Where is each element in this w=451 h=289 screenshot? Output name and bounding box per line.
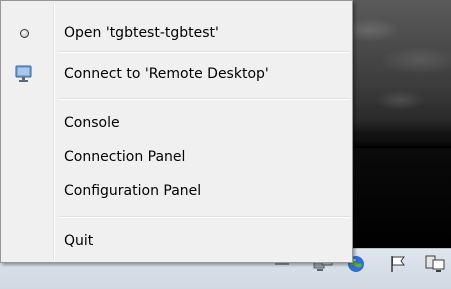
menu-separator <box>59 51 350 53</box>
menu-item-configuration-panel-label: Configuration Panel <box>64 183 202 199</box>
menu-item-open[interactable]: Open 'tgbtest-tgbtest' <box>3 18 350 48</box>
desktop-wallpaper <box>340 0 451 248</box>
computer-icon[interactable] <box>424 254 445 274</box>
flag-icon[interactable] <box>388 254 408 274</box>
menu-item-connect-remote-desktop[interactable]: Connect to 'Remote Desktop' <box>3 59 350 89</box>
radio-bullet-icon <box>13 23 35 43</box>
menu-item-open-label: Open 'tgbtest-tgbtest' <box>64 25 219 41</box>
wallpaper-horizon <box>340 128 451 148</box>
menu-item-configuration-panel[interactable]: Configuration Panel <box>3 176 350 206</box>
menu-item-connection-panel-label: Connection Panel <box>64 149 186 165</box>
menu-item-console-label: Console <box>64 115 120 131</box>
menu-item-connect-label: Connect to 'Remote Desktop' <box>64 66 269 82</box>
screen: Open 'tgbtest-tgbtest' Connect to 'Remot… <box>0 0 451 289</box>
menu-item-connection-panel[interactable]: Connection Panel <box>3 142 350 172</box>
menu-item-quit-label: Quit <box>64 233 94 249</box>
tray-context-menu: Open 'tgbtest-tgbtest' Connect to 'Remot… <box>0 0 353 263</box>
wallpaper-sky <box>340 0 451 130</box>
menu-separator <box>59 216 350 218</box>
monitor-icon <box>13 64 35 84</box>
menu-separator <box>59 98 350 100</box>
menu-item-quit[interactable]: Quit <box>3 226 350 256</box>
menu-item-console[interactable]: Console <box>3 108 350 138</box>
